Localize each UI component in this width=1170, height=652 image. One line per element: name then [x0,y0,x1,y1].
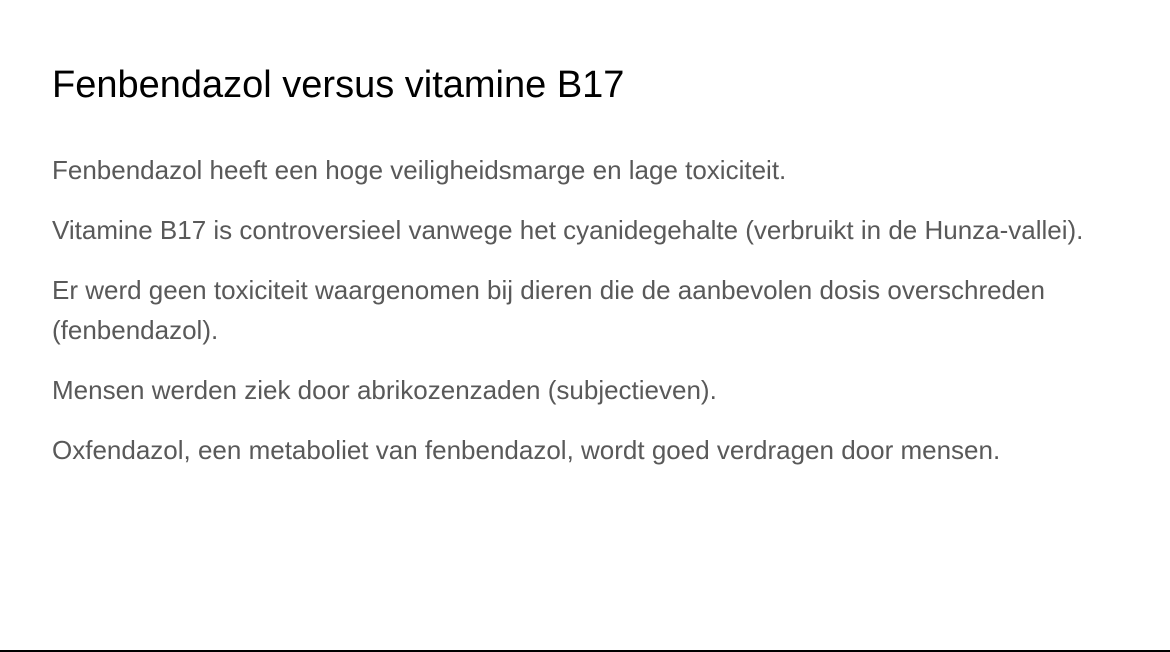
body-paragraph: Fenbendazol heeft een hoge veiligheidsma… [52,155,787,185]
slide-title: Fenbendazol versus vitamine B17 [52,64,625,106]
body-paragraph: Oxfendazol, een metaboliet van fenbendaz… [52,435,1001,465]
body-paragraph: Vitamine B17 is controversieel vanwege h… [52,215,1084,245]
body-paragraph: Er werd geen toxiciteit waargenomen bij … [52,275,1045,345]
slide-body: Fenbendazol heeft een hoge veiligheidsma… [52,150,1142,490]
slide: Fenbendazol versus vitamine B17 Fenbenda… [0,0,1170,652]
body-paragraph: Mensen werden ziek door abrikozenzaden (… [52,375,717,405]
